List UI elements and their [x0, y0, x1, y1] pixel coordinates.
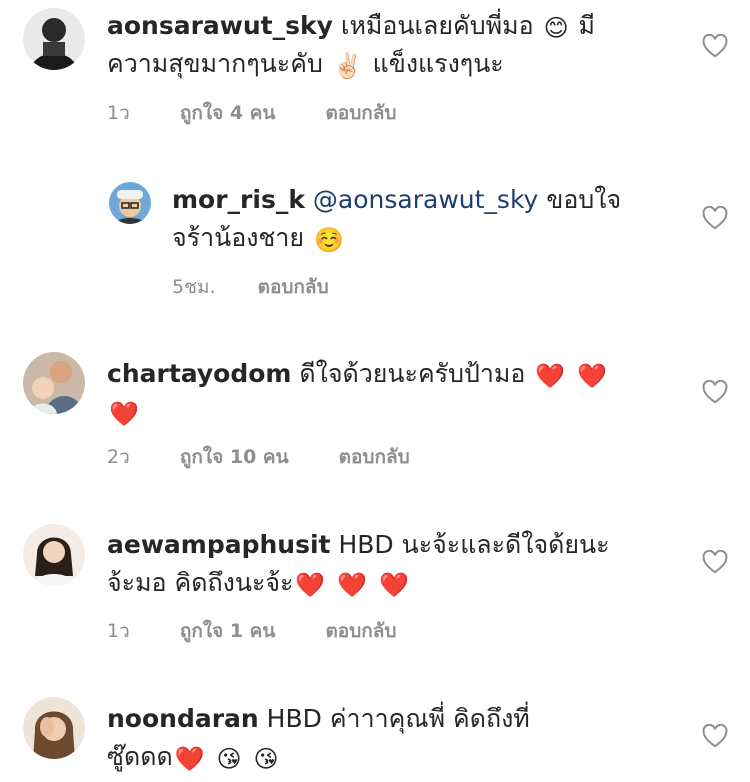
comment-meta: 1ว ถูกใจ 4 คน ตอบกลับ: [107, 98, 440, 128]
heart-outline-icon[interactable]: [702, 34, 728, 58]
avatar[interactable]: [23, 352, 85, 414]
comment-time: 2ว: [107, 446, 130, 468]
comment-meta: 1ว ถูกใจ 1 คน ตอบกลับ: [107, 616, 440, 646]
relieved-face-emoji: ☺️: [314, 226, 344, 254]
comment-body: aonsarawut_sky เหมือนเลยคับพี่มอ 😊 มีควา…: [107, 7, 622, 83]
comment-meta: 5ชม. ตอบกลับ: [172, 272, 373, 302]
heart-outline-icon[interactable]: [702, 206, 728, 230]
victory-hand-emoji: ✌🏻: [332, 52, 363, 80]
reply-button[interactable]: ตอบกลับ: [339, 446, 410, 468]
avatar[interactable]: [109, 182, 151, 224]
comment-text: เหมือนเลยคับพี่มอ: [340, 11, 534, 40]
comment-username[interactable]: aewampaphusit: [107, 530, 331, 559]
user-with-baby-icon: [23, 352, 85, 414]
comment-body: aewampaphusit HBD นะจ้ะและดีใจด้ยนะจ้ะมอ…: [107, 526, 637, 602]
comment-likes[interactable]: ถูกใจ 1 คน: [180, 620, 276, 642]
avatar[interactable]: [23, 524, 85, 586]
comment-username[interactable]: aonsarawut_sky: [107, 11, 333, 40]
user-silhouette-icon: [23, 8, 85, 70]
heart-emoji: ❤️: [174, 745, 205, 773]
user-glasses-hat-icon: [109, 182, 151, 224]
reply-button[interactable]: ตอบกลับ: [258, 276, 329, 298]
reply-button[interactable]: ตอบกลับ: [325, 102, 396, 124]
heart-emoji: ❤️: [379, 571, 409, 599]
comment-username[interactable]: chartayodom: [107, 359, 291, 388]
heart-emoji: ❤️: [577, 362, 608, 390]
kissing-face-emoji: 😘: [253, 745, 279, 773]
user-woman-icon: [23, 524, 85, 586]
heart-emoji: ❤️: [295, 571, 326, 599]
comment-body: chartayodom ดีใจด้วยนะครับป้ามอ ❤️ ❤️ ❤️: [107, 355, 622, 431]
comment-body: mor_ris_k @aonsarawut_sky ขอบใจจร้าน้องช…: [172, 181, 627, 257]
user-woman-hand-icon: [23, 697, 85, 759]
kissing-face-emoji: 😘: [216, 745, 242, 773]
comment-username[interactable]: noondaran: [107, 704, 259, 733]
smile-emoji: 😊: [543, 14, 569, 42]
comment-text: ดีใจด้วยนะครับป้ามอ: [299, 359, 526, 388]
avatar[interactable]: [23, 697, 85, 759]
heart-outline-icon[interactable]: [702, 550, 728, 574]
heart-outline-icon[interactable]: [702, 380, 728, 404]
comment-time: 1ว: [107, 620, 130, 642]
comment-text: แข็งแรงๆนะ: [372, 49, 504, 78]
comment-meta: 2ว ถูกใจ 10 คน ตอบกลับ: [107, 442, 454, 472]
comment-likes[interactable]: ถูกใจ 4 คน: [180, 102, 276, 124]
comment-username[interactable]: mor_ris_k: [172, 185, 305, 214]
heart-emoji: ❤️: [337, 571, 368, 599]
reply-button[interactable]: ตอบกลับ: [325, 620, 396, 642]
comment-time: 1ว: [107, 102, 130, 124]
comment-likes[interactable]: ถูกใจ 10 คน: [180, 446, 289, 468]
comment-time: 5ชม.: [172, 276, 216, 298]
heart-emoji: ❤️: [535, 362, 566, 390]
comment-mention[interactable]: @aonsarawut_sky: [313, 185, 538, 214]
comment-body: noondaran HBD ค่าาาคุณพี่ คิดถึงที่ซู๊ดด…: [107, 700, 577, 776]
avatar[interactable]: [23, 8, 85, 70]
heart-emoji: ❤️: [109, 400, 139, 428]
heart-outline-icon[interactable]: [702, 724, 728, 748]
